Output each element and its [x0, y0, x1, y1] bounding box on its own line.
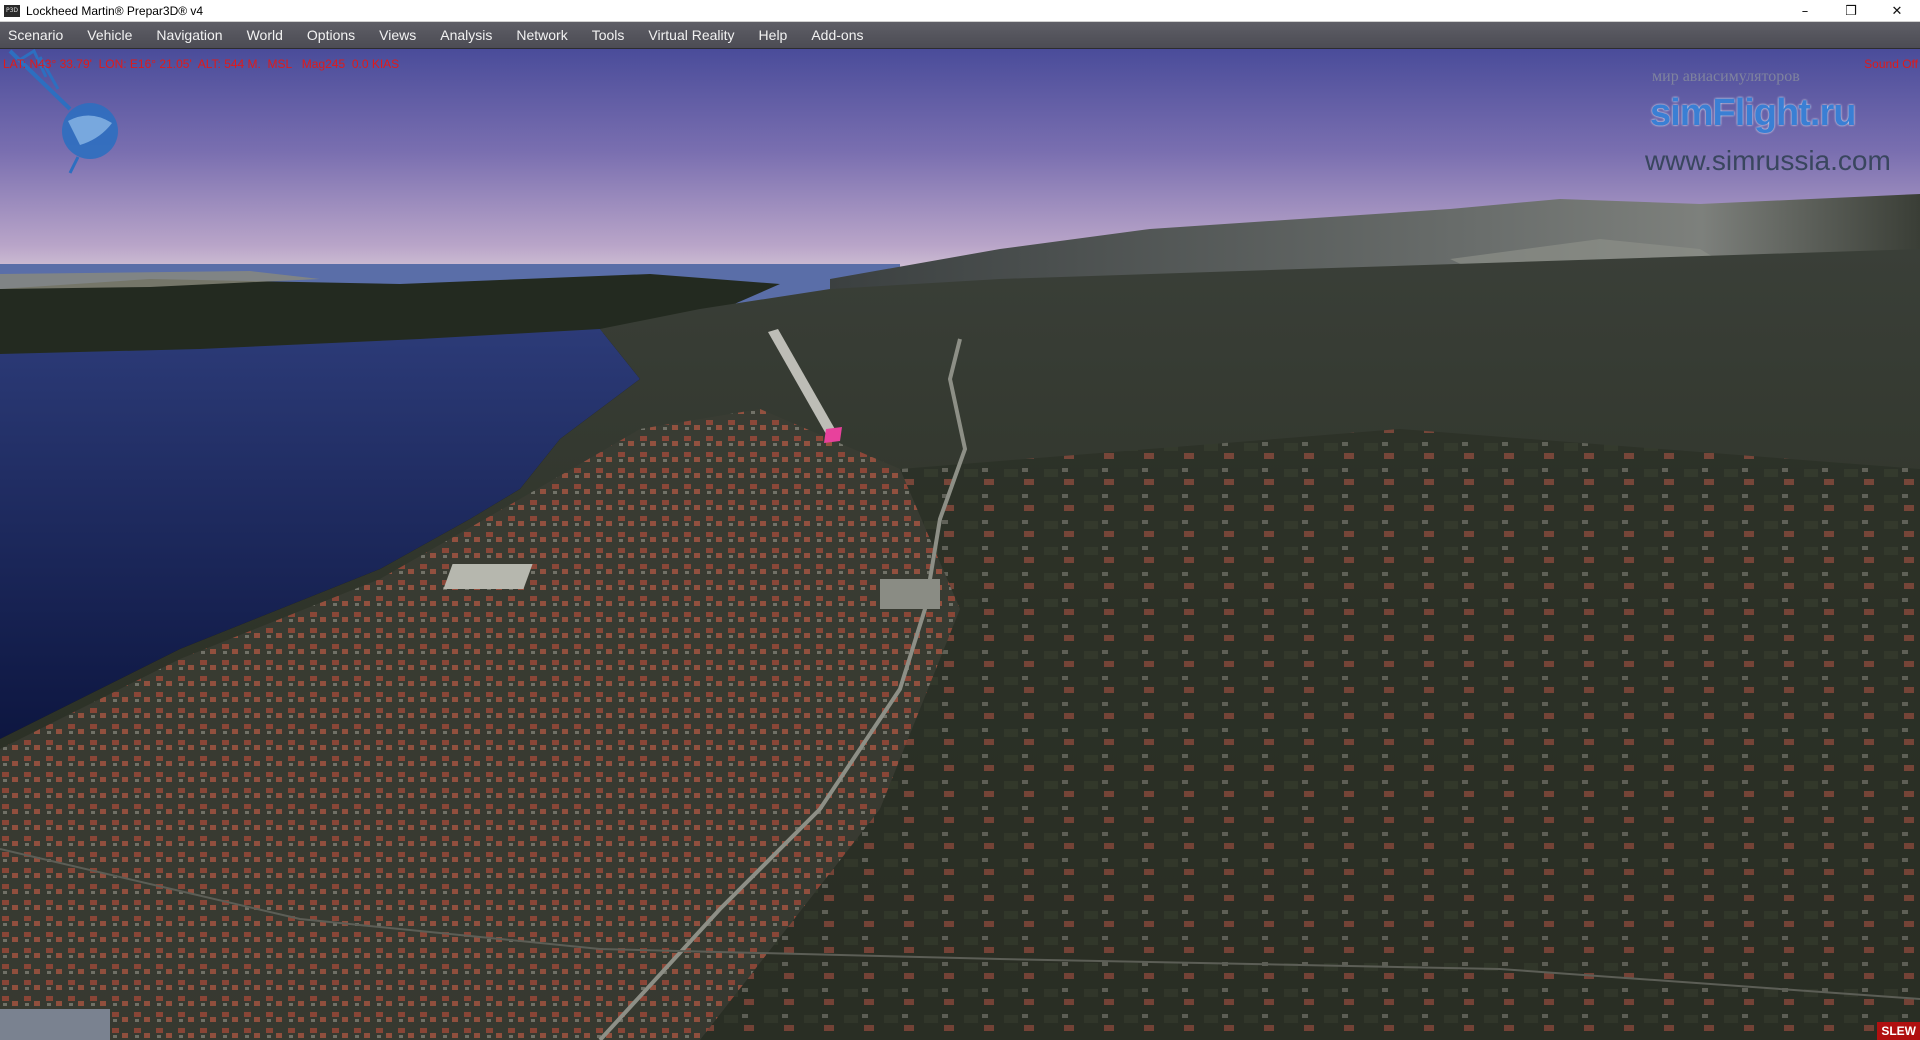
restore-button[interactable]: ❒	[1828, 0, 1874, 22]
menu-vehicle[interactable]: Vehicle	[79, 22, 143, 49]
menu-options[interactable]: Options	[299, 22, 366, 49]
menu-virtual-reality[interactable]: Virtual Reality	[640, 22, 745, 49]
menu-add-ons[interactable]: Add-ons	[803, 22, 874, 49]
position-readout: LAT: N43° 33.79' LON: E16° 21.05' ALT: 5…	[3, 57, 400, 71]
sound-status: Sound Off	[1864, 57, 1918, 71]
menu-tools[interactable]: Tools	[584, 22, 636, 49]
menu-world[interactable]: World	[239, 22, 294, 49]
minimize-button[interactable]: –	[1782, 0, 1828, 22]
menu-bar: Scenario Vehicle Navigation World Option…	[0, 22, 1920, 49]
window-controls: – ❒ ✕	[1782, 0, 1920, 22]
menu-analysis[interactable]: Analysis	[432, 22, 503, 49]
menu-scenario[interactable]: Scenario	[0, 22, 74, 49]
watermark-brand: simFlight.ru	[1650, 92, 1856, 134]
window-title: Lockheed Martin® Prepar3D® v4	[26, 3, 204, 18]
app-icon[interactable]: P3D	[4, 4, 20, 17]
menu-help[interactable]: Help	[751, 22, 799, 49]
close-button[interactable]: ✕	[1874, 0, 1920, 22]
menu-navigation[interactable]: Navigation	[148, 22, 233, 49]
scenery-render	[0, 49, 1920, 1040]
watermark-tagline: мир авиасимуляторов	[1652, 68, 1800, 85]
title-bar: P3D Lockheed Martin® Prepar3D® v4 – ❒ ✕	[0, 0, 1920, 22]
menu-network[interactable]: Network	[508, 22, 578, 49]
sim-viewport[interactable]: мир авиасимуляторов simFlight.ru www.sim…	[0, 49, 1920, 1040]
slew-indicator: SLEW	[1877, 1022, 1920, 1040]
menu-views[interactable]: Views	[371, 22, 427, 49]
watermark-url: www.simrussia.com	[1645, 145, 1891, 176]
